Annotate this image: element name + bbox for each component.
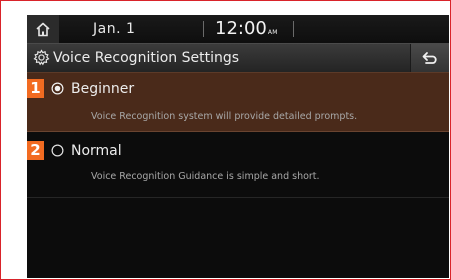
head-unit-screen: Jan. 1 12:00AM Voice Recognition Setting…	[27, 15, 449, 278]
option-description: Voice Recognition system will provide de…	[91, 111, 358, 122]
callout-number-badge: 2	[27, 141, 44, 160]
home-button[interactable]	[27, 15, 59, 43]
back-arrow-icon	[422, 52, 437, 64]
status-divider	[203, 21, 204, 37]
radio-unselected-icon[interactable]	[51, 144, 64, 157]
title-bar: Voice Recognition Settings	[27, 43, 449, 72]
option-label: Normal	[71, 143, 122, 159]
option-beginner[interactable]: 1 Beginner Voice Recognition system will…	[27, 72, 449, 132]
callout-number-badge: 1	[27, 79, 44, 98]
status-clock: 12:00AM	[215, 15, 278, 43]
empty-list-area	[27, 198, 449, 278]
manual-frame: Jan. 1 12:00AM Voice Recognition Setting…	[0, 0, 451, 280]
option-normal[interactable]: 2 Normal Voice Recognition Guidance is s…	[27, 132, 449, 198]
option-description: Voice Recognition Guidance is simple and…	[91, 171, 320, 182]
status-divider	[293, 21, 294, 37]
clock-ampm: AM	[267, 29, 278, 36]
clock-time: 12:00	[215, 18, 267, 39]
page-title: Voice Recognition Settings	[53, 50, 240, 66]
status-date: Jan. 1	[93, 21, 136, 37]
back-button[interactable]	[410, 44, 449, 72]
gear-icon	[33, 49, 50, 66]
home-icon	[36, 22, 50, 36]
radio-selected-icon[interactable]	[51, 82, 64, 95]
status-bar: Jan. 1 12:00AM	[27, 15, 449, 43]
option-label: Beginner	[71, 81, 135, 97]
